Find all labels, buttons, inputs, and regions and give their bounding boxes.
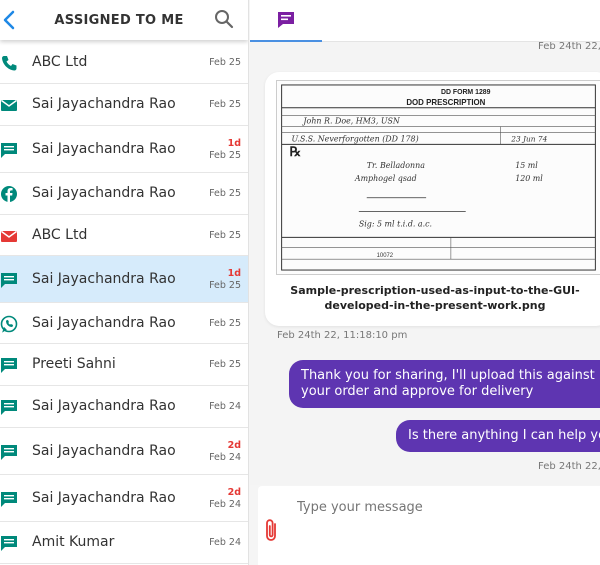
conversation-name: Sai Jayachandra Rao — [32, 398, 176, 414]
conversation-date: Feb 25 — [209, 279, 241, 291]
rx-serial: 10072 — [377, 253, 393, 259]
conversation-item[interactable]: Sai Jayachandra Rao 2d Feb 24 — [0, 475, 248, 522]
rx-item-1: Tr. Belladonna — [367, 161, 425, 170]
outgoing-message: Is there anything I can help you with? — [396, 420, 600, 452]
conversation-name: Sai Jayachandra Rao — [32, 270, 176, 287]
age-badge: 1d — [227, 267, 241, 279]
conversation-item[interactable]: Sai Jayachandra Rao Feb 25 — [0, 84, 248, 126]
conversation-date: Feb 24 — [209, 451, 241, 463]
conversation-meta: 2d Feb 24 — [209, 487, 241, 511]
conversation-list: ABC Ltd Feb 25 Sai Jayachandra Rao Feb 25 Sa… — [0, 42, 248, 564]
sidebar-title: ASSIGNED TO ME — [54, 12, 184, 28]
conversation-name: Sai Jayachandra Rao — [32, 442, 176, 459]
message-timestamp: Feb 24th 22, — [538, 42, 600, 52]
gmail-icon — [0, 227, 18, 245]
conversation-item[interactable]: Sai Jayachandra Rao Feb 25 — [0, 173, 248, 215]
rx-form-number: DD FORM 1289 — [441, 89, 491, 96]
conversation-name: Sai Jayachandra Rao — [32, 96, 176, 112]
rx-item-2-qty: 120 ml — [515, 174, 543, 183]
conversation-meta: Feb 25 — [209, 188, 241, 200]
rx-facility: U.S.S. Neverforgotten (DD 178) — [292, 134, 419, 143]
conversation-name: Sai Jayachandra Rao — [32, 185, 176, 201]
conversation-date: Feb 24 — [209, 537, 241, 548]
conversation-date: Feb 25 — [209, 188, 241, 199]
message-timestamp: Feb 24th 22, — [538, 461, 600, 472]
conversation-date: Feb 24 — [209, 401, 241, 412]
chat-header — [250, 0, 600, 42]
conversation-item[interactable]: Sai Jayachandra Rao 1d Feb 25 — [0, 256, 248, 303]
age-badge: 2d — [227, 439, 241, 451]
conversation-name: Amit Kumar — [32, 534, 115, 550]
whatsapp-icon — [0, 315, 18, 333]
sidebar-header: ASSIGNED TO ME — [0, 0, 248, 40]
rx-sig: Sig: 5 ml t.i.d. a.c. — [359, 219, 432, 228]
search-icon[interactable] — [214, 9, 234, 29]
conversation-item[interactable]: Sai Jayachandra Rao Feb 24 — [0, 386, 248, 428]
chat-message-area: Feb 24th 22, DD FORM 1289 DOD PRESCRIPTI… — [250, 42, 600, 485]
chat-icon — [0, 141, 18, 159]
age-badge: 1d — [227, 137, 241, 149]
conversation-meta: Feb 24 — [209, 401, 241, 413]
chat-icon — [0, 534, 18, 552]
outgoing-message: Thank you for sharing, I'll upload this … — [289, 360, 600, 408]
attachment-timestamp: Feb 24th 22, 11:18:10 pm — [277, 330, 408, 341]
rx-item-2: Amphogel qsad — [354, 174, 417, 183]
conversation-meta: Feb 24 — [209, 537, 241, 549]
conversation-name: Sai Jayachandra Rao — [32, 314, 176, 331]
prescription-image[interactable]: DD FORM 1289 DOD PRESCRIPTION John R. Do… — [276, 80, 600, 275]
attachment-filename[interactable]: Sample-prescription-used-as-input-to-the… — [270, 283, 600, 313]
conversation-item[interactable]: Preeti Sahni Feb 25 — [0, 344, 248, 386]
phone-icon — [0, 54, 18, 72]
chat-bubble-icon — [278, 12, 294, 28]
rx-heading: DOD PRESCRIPTION — [406, 98, 485, 107]
chat-icon — [0, 271, 18, 289]
conversation-meta: Feb 25 — [209, 318, 241, 330]
conversation-item[interactable]: Sai Jayachandra Rao Feb 25 — [0, 303, 248, 344]
conversation-meta: Feb 25 — [209, 57, 241, 69]
tab-chat[interactable] — [250, 0, 322, 42]
conversation-date: Feb 25 — [209, 149, 241, 161]
age-badge: 2d — [227, 486, 241, 498]
conversation-name: Sai Jayachandra Rao — [32, 140, 176, 157]
conversation-name: ABC Ltd — [32, 226, 88, 243]
image-attachment-card[interactable]: DD FORM 1289 DOD PRESCRIPTION John R. Do… — [265, 72, 600, 326]
rx-item-1-qty: 15 ml — [515, 161, 538, 170]
conversation-item[interactable]: ABC Ltd Feb 25 — [0, 215, 248, 256]
conversation-meta: 1d Feb 25 — [209, 268, 241, 292]
rx-patient: John R. Doe, HM3, USN — [301, 117, 401, 126]
conversation-date: Feb 25 — [209, 317, 241, 329]
conversation-date: Feb 25 — [209, 57, 241, 68]
chat-icon — [0, 490, 18, 508]
conversation-meta: Feb 25 — [209, 359, 241, 371]
chat-icon — [0, 356, 18, 374]
conversation-name: Sai Jayachandra Rao — [32, 489, 176, 506]
conversation-date: Feb 24 — [209, 498, 241, 510]
email-icon — [0, 96, 18, 114]
conversation-meta: 2d Feb 24 — [209, 440, 241, 464]
conversation-meta: Feb 25 — [209, 230, 241, 242]
conversation-item[interactable]: Sai Jayachandra Rao 2d Feb 24 — [0, 428, 248, 475]
conversation-date: Feb 25 — [209, 99, 241, 110]
conversation-name: ABC Ltd — [32, 54, 88, 70]
conversation-meta: Feb 25 — [209, 99, 241, 111]
conversation-date: Feb 25 — [209, 229, 241, 241]
conversation-item[interactable]: ABC Ltd Feb 25 — [0, 42, 248, 84]
message-composer — [258, 486, 600, 565]
message-input[interactable] — [297, 500, 587, 515]
svg-text:℞: ℞ — [290, 145, 302, 160]
conversation-item[interactable]: Amit Kumar Feb 24 — [0, 522, 248, 564]
paperclip-icon[interactable] — [264, 518, 280, 544]
chat-icon — [0, 398, 18, 416]
conversation-date: Feb 25 — [209, 359, 241, 370]
conversation-meta: 1d Feb 25 — [209, 138, 241, 162]
rx-date: 23 Jun 74 — [510, 134, 547, 143]
facebook-icon — [0, 185, 18, 203]
conversation-name: Preeti Sahni — [32, 356, 116, 372]
conversation-item[interactable]: Sai Jayachandra Rao 1d Feb 25 — [0, 126, 248, 173]
chat-icon — [0, 443, 18, 461]
conversation-sidebar: ASSIGNED TO ME ABC Ltd Feb 25 Sai Jayachan… — [0, 0, 249, 565]
